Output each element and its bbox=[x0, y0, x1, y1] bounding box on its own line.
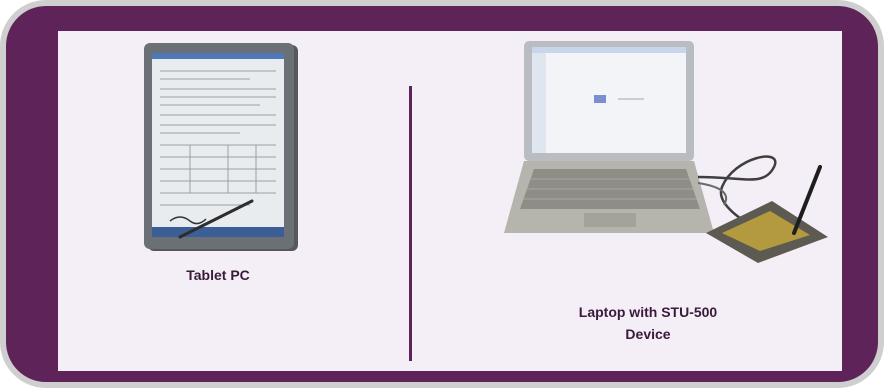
tablet-pc-image bbox=[144, 43, 298, 251]
device-card: Tablet PC Laptop with STU-500 Device bbox=[6, 6, 878, 382]
laptop-with-signature-pad-image bbox=[504, 41, 828, 263]
laptop-caption-line-1: Laptop with STU-500 bbox=[578, 304, 718, 320]
laptop-caption-line-2: Device bbox=[625, 326, 671, 342]
tablet-pc-caption: Tablet PC bbox=[186, 267, 250, 283]
vertical-divider bbox=[409, 86, 412, 361]
outer-frame: Tablet PC Laptop with STU-500 Device bbox=[0, 0, 884, 388]
laptop-caption: Laptop with STU-500 Device bbox=[518, 301, 778, 345]
device-panel: Tablet PC Laptop with STU-500 Device bbox=[58, 31, 842, 371]
